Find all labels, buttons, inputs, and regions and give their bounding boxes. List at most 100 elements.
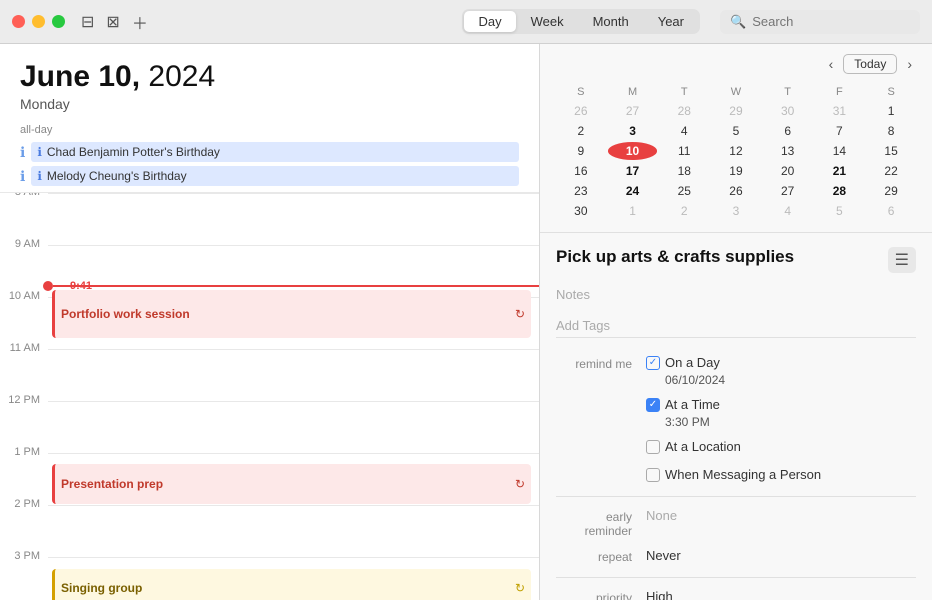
singing-repeat-icon: ↻ [515,581,525,595]
window-controls [12,15,65,28]
right-panel: ‹ Today › S M T W T F S [540,44,932,600]
cal-day[interactable]: 18 [659,162,709,180]
cal-day[interactable]: 19 [711,162,761,180]
cal-day[interactable]: 8 [866,122,916,140]
event-singing[interactable]: Singing group ↻ [52,569,531,600]
cal-day[interactable]: 5 [711,122,761,140]
cal-day[interactable]: 28 [815,182,865,200]
early-reminder-row: early reminder None [556,503,916,543]
cal-day[interactable]: 2 [556,122,606,140]
note-icon[interactable]: ☰ [888,247,916,273]
cal-day[interactable]: 17 [608,162,658,180]
all-day-section: all-day ℹ ℹ Chad Benjamin Potter's Birth… [0,120,539,193]
reminder-title-row: Pick up arts & crafts supplies ☰ [556,247,916,273]
cal-day[interactable]: 26 [556,102,606,120]
reminder-notes[interactable]: Notes [556,283,916,306]
titlebar: ⊟ ⊠ ＋ Day Week Month Year 🔍 [0,0,932,44]
cal-day[interactable]: 14 [815,142,865,160]
prev-month-button[interactable]: ‹ [823,54,840,74]
cal-day[interactable]: 30 [763,102,813,120]
cal-day[interactable]: 21 [815,162,865,180]
at-a-location-label[interactable]: At a Location [665,439,741,454]
tab-week[interactable]: Week [517,11,578,32]
on-a-day-checkbox[interactable]: ✓ [646,356,660,370]
divider-1 [556,496,916,497]
search-input[interactable] [752,14,910,29]
maximize-button[interactable] [52,15,65,28]
priority-value[interactable]: High [646,589,916,600]
cal-day[interactable]: 3 [711,202,761,220]
current-time-indicator: 9:41 [48,281,539,291]
cal-day[interactable]: 26 [711,182,761,200]
time-label-1pm: 1 PM [0,446,48,505]
day-header: June 10, 2024 Monday [0,44,539,120]
cal-day[interactable]: 31 [815,102,865,120]
minimize-button[interactable] [32,15,45,28]
at-a-time-label[interactable]: At a Time [665,397,720,412]
time-label-2pm: 2 PM [0,498,48,557]
on-a-day-row: ✓ On a Day [646,355,916,370]
cal-day[interactable]: 20 [763,162,813,180]
day-header-m: M [608,84,658,100]
at-a-time-value: 3:30 PM [665,415,916,429]
on-a-day-label[interactable]: On a Day [665,355,720,370]
at-a-location-checkbox[interactable] [646,440,660,454]
cal-day[interactable]: 22 [866,162,916,180]
reminder-tags[interactable]: Add Tags [556,314,916,338]
reminder-title: Pick up arts & crafts supplies [556,247,888,267]
cal-day[interactable]: 16 [556,162,606,180]
inbox-icon[interactable]: ⊠ [106,12,119,32]
cal-day[interactable]: 23 [556,182,606,200]
cal-day[interactable]: 29 [711,102,761,120]
birthday-icon-1: ℹ [20,144,25,161]
cal-day[interactable]: 2 [659,202,709,220]
sidebar-icon[interactable]: ⊟ [81,12,94,32]
tab-year[interactable]: Year [644,11,698,32]
remind-me-row: remind me ✓ On a Day 06/10/2024 [556,350,916,392]
cal-day[interactable]: 7 [815,122,865,140]
cal-day[interactable]: 6 [763,122,813,140]
event-portfolio[interactable]: Portfolio work session ↻ [52,290,531,338]
cal-day[interactable]: 4 [763,202,813,220]
cal-day[interactable]: 12 [711,142,761,160]
cal-day[interactable]: 4 [659,122,709,140]
time-scroll[interactable]: 8 AM 9 AM 10 AM 11 AM 12 PM [0,193,539,600]
all-day-event-2[interactable]: ℹ ℹ Melody Cheung's Birthday [20,164,519,188]
cal-week-4: 16 17 18 19 20 21 22 [556,162,916,180]
tab-month[interactable]: Month [579,11,643,32]
cal-day[interactable]: 6 [866,202,916,220]
repeat-value[interactable]: Never [646,548,916,563]
cal-day[interactable]: 29 [866,182,916,200]
priority-label: priority [556,589,646,600]
cal-day[interactable]: 3 [608,122,658,140]
at-a-time-checkbox[interactable] [646,398,660,412]
cal-day[interactable]: 1 [608,202,658,220]
event-presentation[interactable]: Presentation prep ↻ [52,464,531,504]
cal-day[interactable]: 27 [608,102,658,120]
when-messaging-checkbox[interactable] [646,468,660,482]
today-button[interactable]: Today [843,54,897,74]
cal-day[interactable]: 15 [866,142,916,160]
cal-day[interactable]: 28 [659,102,709,120]
cal-day[interactable]: 9 [556,142,606,160]
cal-day-today[interactable]: 10 [608,142,658,160]
next-month-button[interactable]: › [901,54,918,74]
cal-day[interactable]: 13 [763,142,813,160]
early-reminder-value[interactable]: None [646,508,916,523]
cal-day[interactable]: 25 [659,182,709,200]
when-messaging-label[interactable]: When Messaging a Person [665,467,821,482]
add-icon[interactable]: ＋ [132,10,148,34]
tab-day[interactable]: Day [464,11,515,32]
day-header-t1: T [659,84,709,100]
reminder-detail: Pick up arts & crafts supplies ☰ Notes A… [540,233,932,600]
cal-day[interactable]: 24 [608,182,658,200]
close-button[interactable] [12,15,25,28]
cal-day[interactable]: 30 [556,202,606,220]
cal-day[interactable]: 11 [659,142,709,160]
cal-day[interactable]: 5 [815,202,865,220]
remind-me-value: ✓ On a Day 06/10/2024 [646,355,916,387]
all-day-event-1[interactable]: ℹ ℹ Chad Benjamin Potter's Birthday [20,140,519,164]
cal-day[interactable]: 1 [866,102,916,120]
cal-day[interactable]: 27 [763,182,813,200]
repeat-label: repeat [556,548,646,564]
